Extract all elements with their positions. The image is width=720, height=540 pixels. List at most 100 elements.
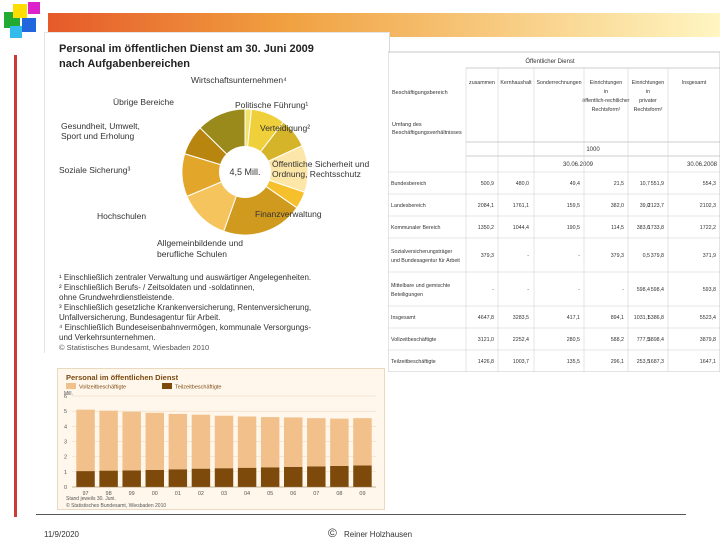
bar-teilzeit	[76, 471, 95, 487]
table-cell-value: 2123,7	[648, 203, 664, 209]
table-cell-value: 379,8	[651, 253, 664, 259]
footer-rule	[36, 514, 686, 515]
footnote-1: ¹ Einschließlich zentraler Verwaltung un…	[59, 273, 312, 282]
x-tick-label: 08	[336, 491, 342, 497]
bar-teilzeit	[330, 465, 349, 487]
table-row-header-2: Umfang des	[392, 122, 422, 128]
table-unit: 1000	[586, 147, 600, 153]
bar-vollzeit	[76, 409, 95, 472]
table-cell-label: Insgesamt	[391, 315, 416, 321]
y-tick-label: 0	[64, 485, 67, 491]
table-column-header: Kernhaushalt	[500, 80, 532, 86]
table-cell-label: Teilzeitbeschäftigte	[391, 359, 436, 365]
pie-label-oeffsich-1: Öffentliche Sicherheit und	[272, 159, 370, 169]
table-cell-label: und Bundesagentur für Arbeit	[391, 258, 460, 264]
table-cell-value: 382,0	[611, 203, 624, 209]
pie-label-allgemein-2: berufliche Schulen	[157, 249, 227, 259]
table-cell-value: 1426,8	[478, 359, 494, 365]
table-cell-value: 1003,7	[513, 359, 529, 365]
table-cell-value: 159,5	[567, 203, 580, 209]
x-tick-label: 99	[129, 491, 135, 497]
pie-label-allgemein-1: Allgemeinbildende und	[157, 238, 244, 248]
bar-teilzeit	[191, 468, 211, 487]
y-tick-label: 2	[64, 455, 67, 461]
bar-teilzeit	[307, 466, 326, 487]
legend-label-vollzeit: Vollzeitbeschäftigte	[79, 385, 126, 391]
bar-teilzeit	[145, 469, 164, 487]
table-column-header: privater	[639, 98, 657, 104]
table-column-header: Einrichtungen	[632, 80, 664, 86]
table-cell-value: 21,5	[614, 181, 624, 187]
table-column-header: Rechtsform¹	[592, 107, 621, 113]
table-row-header-1: Beschäftigungsbereich	[392, 90, 448, 96]
table-cell-value: 598,4	[637, 287, 650, 293]
bar-teilzeit	[122, 470, 141, 487]
table-cell-value: 114,5	[611, 225, 624, 231]
table-date-right: 30.06.2008	[687, 162, 718, 168]
bar-teilzeit	[168, 469, 188, 487]
x-tick-label: 05	[267, 491, 273, 497]
table-cell-label: Sozialversicherungsträger	[391, 249, 452, 255]
table-cell-label: Vollzeitbeschäftigte	[391, 337, 436, 343]
table-cell-value: 1647,1	[700, 359, 716, 365]
bar-vollzeit	[214, 415, 234, 469]
table-cell-value: 593,8	[703, 287, 716, 293]
footer-author: Reiner Holzhausen	[344, 530, 413, 539]
table-cell-value: 1733,8	[648, 225, 664, 231]
bar-source: © Statistisches Bundesamt, Wiesbaden 201…	[66, 502, 166, 509]
table-cell-value: 2252,4	[513, 337, 529, 343]
footer-date: 11/9/2020	[44, 530, 79, 539]
copyright-icon: ©	[328, 526, 337, 540]
table-cell-value: 2102,3	[700, 203, 716, 209]
pie-label-verteidigung: Verteidigung²	[260, 123, 311, 133]
y-tick-label: 3	[64, 440, 67, 446]
table-column-header: Rechtsform²	[634, 107, 663, 113]
table-cell-value: 551,9	[651, 181, 664, 187]
table-cell-value: 1350,2	[478, 225, 494, 231]
pie-label-finanz: Finanzverwaltung	[255, 209, 322, 219]
table-cell-value: 1687,3	[648, 359, 664, 365]
table-cell-value: 500,9	[481, 181, 494, 187]
x-tick-label: 09	[359, 491, 365, 497]
table-cell-value: -	[622, 287, 624, 293]
table-cell-value: 49,4	[570, 181, 580, 187]
table-group-header: Öffentlicher Dienst	[525, 58, 575, 65]
bar-vollzeit	[353, 418, 372, 466]
table-cell-value: 3898,4	[648, 337, 664, 343]
table-cell-value: 379,3	[611, 253, 624, 259]
table-cell-label: Bundesbereich	[391, 181, 426, 187]
table-cell-value: 480,0	[516, 181, 529, 187]
table-cell-label: Mittelbare und gemischte	[391, 283, 450, 289]
bar-teilzeit	[353, 465, 372, 487]
puzzle-logo-icon	[4, 2, 40, 38]
legend-label-teilzeit: Teilzeitbeschäftigte	[175, 385, 221, 391]
pie-center-label: 4,5 Mill.	[229, 167, 260, 177]
table-cell-value: 0,5	[643, 253, 650, 259]
bar-vollzeit	[284, 417, 303, 467]
table-cell-value: 1044,4	[513, 225, 529, 231]
x-tick-label: 06	[290, 491, 296, 497]
bar-note: Stand jeweils 30. Juni.	[66, 496, 116, 502]
table-column-header: Einrichtungen	[590, 80, 622, 86]
bar-teilzeit	[260, 467, 280, 487]
table-cell-value: -	[578, 253, 580, 259]
table-cell-value: 4647,8	[478, 315, 494, 321]
pie-label-oeffsich-2: Ordnung, Rechtsschutz	[272, 169, 361, 179]
table-cell-value: 190,5	[567, 225, 580, 231]
x-tick-label: 07	[313, 491, 319, 497]
table-cell-value: 417,1	[567, 315, 580, 321]
footnote-4: ⁴ Einschließlich Bundeseisenbahnvermögen…	[59, 323, 312, 332]
x-tick-label: 02	[198, 491, 204, 497]
y-tick-label: 4	[64, 424, 67, 430]
y-tick-label: 5	[64, 409, 67, 415]
table-cell-value: 3879,8	[700, 337, 716, 343]
table-cell-value: 5386,8	[648, 315, 664, 321]
bar-vollzeit	[168, 413, 188, 470]
pie-label-uebrige: Übrige Bereiche	[113, 97, 174, 107]
pie-label-gesundheit-2: Sport und Erholung	[61, 131, 135, 141]
table-cell-label: Kommunaler Bereich	[391, 225, 441, 231]
y-tick-label: 1	[64, 470, 67, 476]
x-tick-label: 04	[244, 491, 250, 497]
footnote-2b: ohne Grundwehrdienstleistende.	[59, 293, 175, 302]
table-column-header: öffentlich-rechtlicher	[582, 98, 630, 104]
